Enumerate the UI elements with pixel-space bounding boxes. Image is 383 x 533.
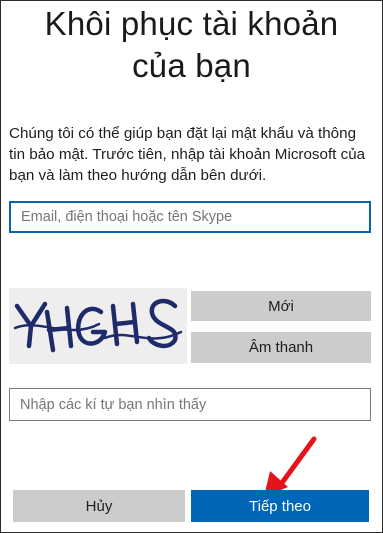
- instructions-text: Chúng tôi có thể giúp bạn đặt lại mật kh…: [9, 125, 366, 184]
- next-button[interactable]: Tiếp theo: [191, 490, 369, 522]
- recovery-panel: Khôi phục tài khoản của bạn Chúng tôi có…: [0, 0, 383, 533]
- page-title-line-1: Khôi phục tài khoản: [44, 5, 339, 42]
- audio-captcha-button[interactable]: Âm thanh: [191, 332, 371, 363]
- cancel-button[interactable]: Hủy: [13, 490, 185, 522]
- email-input[interactable]: [9, 201, 371, 233]
- page-title: Khôi phục tài khoản của bạn: [1, 3, 382, 87]
- new-captcha-button[interactable]: Mới: [191, 291, 371, 321]
- captcha-glyphs: [13, 298, 183, 353]
- captcha-image: [9, 288, 187, 364]
- page-title-line-2: của bạn: [132, 47, 251, 84]
- captcha-input[interactable]: [9, 388, 371, 421]
